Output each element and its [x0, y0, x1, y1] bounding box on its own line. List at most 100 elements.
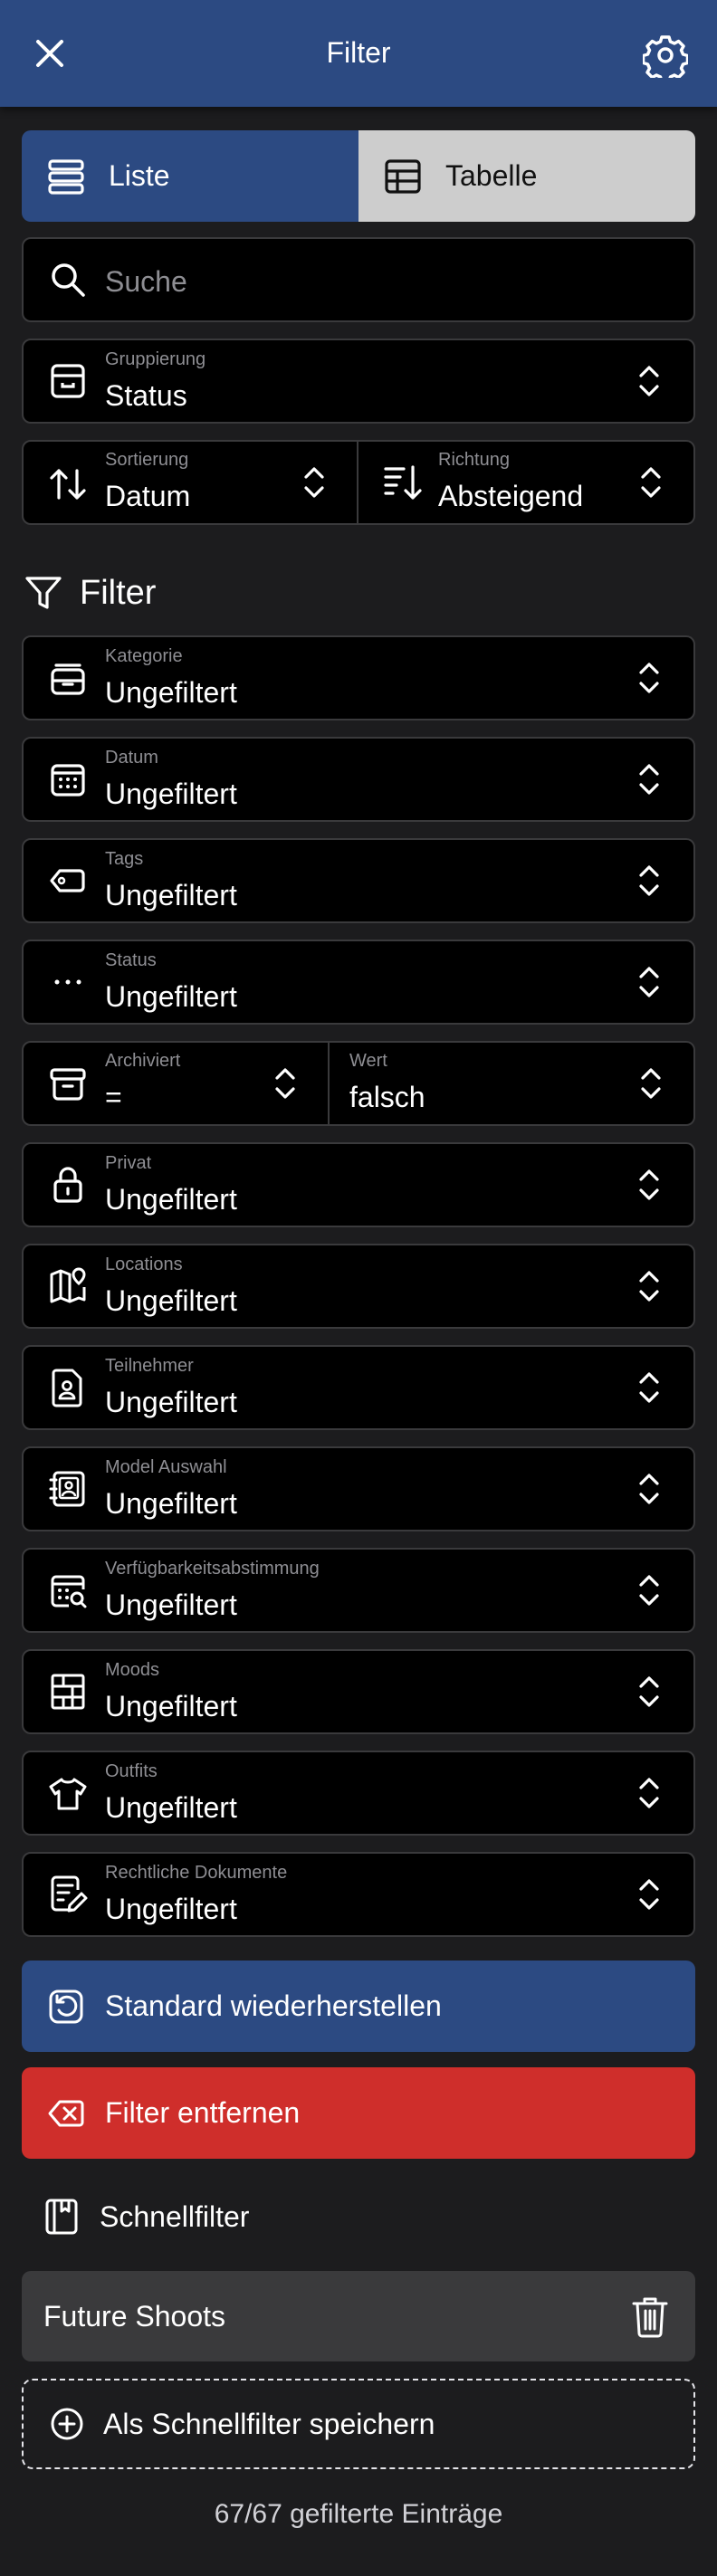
quick-filters-label: Schnellfilter: [100, 2199, 250, 2233]
availability-label: Verfügbarkeitsabstimmung: [105, 1559, 320, 1579]
availability-value: Ungefiltert: [105, 1589, 237, 1621]
chevron-up-down-icon: [641, 1068, 661, 1099]
archived-operator: =: [105, 1081, 122, 1113]
tags-filter[interactable]: Tags Ungefiltert: [22, 838, 695, 923]
page-title: Filter: [326, 36, 391, 69]
restore-default-label: Standard wiederherstellen: [105, 1989, 442, 2022]
top-bar: Filter: [0, 0, 717, 107]
archive-icon: [50, 1068, 86, 1101]
model-selection-value: Ungefiltert: [105, 1487, 237, 1520]
chevron-up-down-icon: [639, 1879, 659, 1910]
outfits-value: Ungefiltert: [105, 1791, 237, 1824]
chevron-up-down-icon: [639, 663, 659, 693]
status-filter[interactable]: Status Ungefiltert: [22, 940, 695, 1025]
grouping-select[interactable]: Gruppierung Status: [22, 339, 695, 424]
gear-icon[interactable]: [643, 33, 688, 78]
private-label: Privat: [105, 1153, 152, 1173]
shirt-icon: [49, 1778, 87, 1810]
save-quick-filter-label: Als Schnellfilter speichern: [103, 2407, 435, 2440]
chevron-up-down-icon: [639, 366, 659, 396]
status-value: Ungefiltert: [105, 980, 237, 1013]
sort-arrows-icon: [50, 469, 86, 500]
participants-filter[interactable]: Teilnehmer Ungefiltert: [22, 1345, 695, 1430]
plus-circle-icon: [51, 2408, 83, 2440]
direction-value: Absteigend: [438, 480, 584, 512]
list-icon: [48, 158, 84, 195]
grouping-value: Status: [105, 379, 187, 412]
chevron-up-down-icon: [641, 467, 661, 498]
calendar-search-icon: [51, 1575, 87, 1608]
tray-stack-icon: [51, 663, 85, 695]
archived-row: Archiviert = Wert falsch: [22, 1041, 695, 1126]
chevron-up-down-icon: [639, 967, 659, 997]
participants-label: Teilnehmer: [105, 1356, 194, 1376]
archived-value-label: Wert: [349, 1051, 387, 1071]
filter-section-title: Filter: [24, 566, 156, 620]
status-label: Status: [105, 950, 157, 970]
lock-icon: [53, 1167, 82, 1203]
chevron-up-down-icon: [639, 865, 659, 896]
quick-filter-item[interactable]: Future Shoots: [22, 2271, 695, 2361]
map-pin-icon: [50, 1267, 86, 1303]
sorting-label: Sortierung: [105, 450, 189, 470]
moods-value: Ungefiltert: [105, 1690, 237, 1722]
trash-icon[interactable]: [630, 2295, 670, 2338]
date-value: Ungefiltert: [105, 778, 237, 810]
locations-filter[interactable]: Locations Ungefiltert: [22, 1244, 695, 1329]
delete-filter-icon: [48, 2100, 84, 2126]
search-placeholder: Suche: [105, 265, 187, 298]
archived-operator-select[interactable]: Archiviert =: [22, 1041, 330, 1126]
save-quick-filter-button[interactable]: Als Schnellfilter speichern: [22, 2379, 695, 2469]
archived-value-select[interactable]: Wert falsch: [330, 1041, 695, 1126]
chevron-up-down-icon: [639, 1778, 659, 1808]
model-selection-label: Model Auswahl: [105, 1457, 227, 1477]
filtered-count: 67/67 gefilterte Einträge: [214, 2499, 503, 2529]
table-view-label: Tabelle: [445, 159, 538, 192]
sort-descending-icon: [384, 465, 422, 500]
private-filter[interactable]: Privat Ungefiltert: [22, 1142, 695, 1227]
chevron-up-down-icon: [639, 1575, 659, 1606]
quick-filters-title: Schnellfilter: [42, 2194, 249, 2239]
category-label: Kategorie: [105, 646, 183, 666]
remove-filter-button[interactable]: Filter entfernen: [22, 2067, 695, 2159]
legal-documents-filter[interactable]: Rechtliche Dokumente Ungefiltert: [22, 1852, 695, 1937]
search-input[interactable]: Suche: [22, 237, 695, 322]
legal-documents-value: Ungefiltert: [105, 1893, 237, 1925]
quick-filter-name: Future Shoots: [43, 2300, 225, 2333]
outfits-label: Outfits: [105, 1761, 158, 1781]
category-filter[interactable]: Kategorie Ungefiltert: [22, 635, 695, 720]
bookmark-book-icon: [45, 2199, 78, 2235]
locations-label: Locations: [105, 1255, 183, 1274]
participants-value: Ungefiltert: [105, 1386, 237, 1418]
tag-icon: [50, 869, 85, 892]
chevron-up-down-icon: [639, 764, 659, 795]
sorting-value: Datum: [105, 480, 191, 512]
filter-section-label: Filter: [80, 573, 157, 612]
model-selection-filter[interactable]: Model Auswahl Ungefiltert: [22, 1446, 695, 1531]
private-value: Ungefiltert: [105, 1183, 237, 1216]
sort-row: Sortierung Datum Richtung Absteigend: [22, 440, 695, 525]
moods-filter[interactable]: Moods Ungefiltert: [22, 1649, 695, 1734]
chevron-up-down-icon: [639, 1169, 659, 1200]
outfits-filter[interactable]: Outfits Ungefiltert: [22, 1751, 695, 1836]
tags-value: Ungefiltert: [105, 879, 237, 911]
tags-label: Tags: [105, 849, 144, 869]
ellipsis-icon: [54, 979, 81, 985]
archived-value: falsch: [349, 1081, 425, 1113]
remove-filter-label: Filter entfernen: [105, 2096, 301, 2129]
direction-select[interactable]: Richtung Absteigend: [358, 440, 695, 525]
contact-book-icon: [49, 1471, 85, 1507]
table-view-button[interactable]: Tabelle: [358, 130, 695, 222]
restore-default-button[interactable]: Standard wiederherstellen: [22, 1961, 695, 2052]
date-label: Datum: [105, 748, 158, 768]
date-filter[interactable]: Datum Ungefiltert: [22, 737, 695, 822]
legal-documents-label: Rechtliche Dokumente: [105, 1863, 288, 1883]
availability-filter[interactable]: Verfügbarkeitsabstimmung Ungefiltert: [22, 1548, 695, 1633]
calendar-icon: [51, 764, 85, 797]
funnel-icon: [25, 577, 62, 609]
sorting-select[interactable]: Sortierung Datum: [22, 440, 358, 525]
moods-label: Moods: [105, 1660, 160, 1680]
list-view-button[interactable]: Liste: [22, 130, 358, 222]
table-icon: [385, 158, 421, 194]
list-view-label: Liste: [109, 159, 170, 192]
